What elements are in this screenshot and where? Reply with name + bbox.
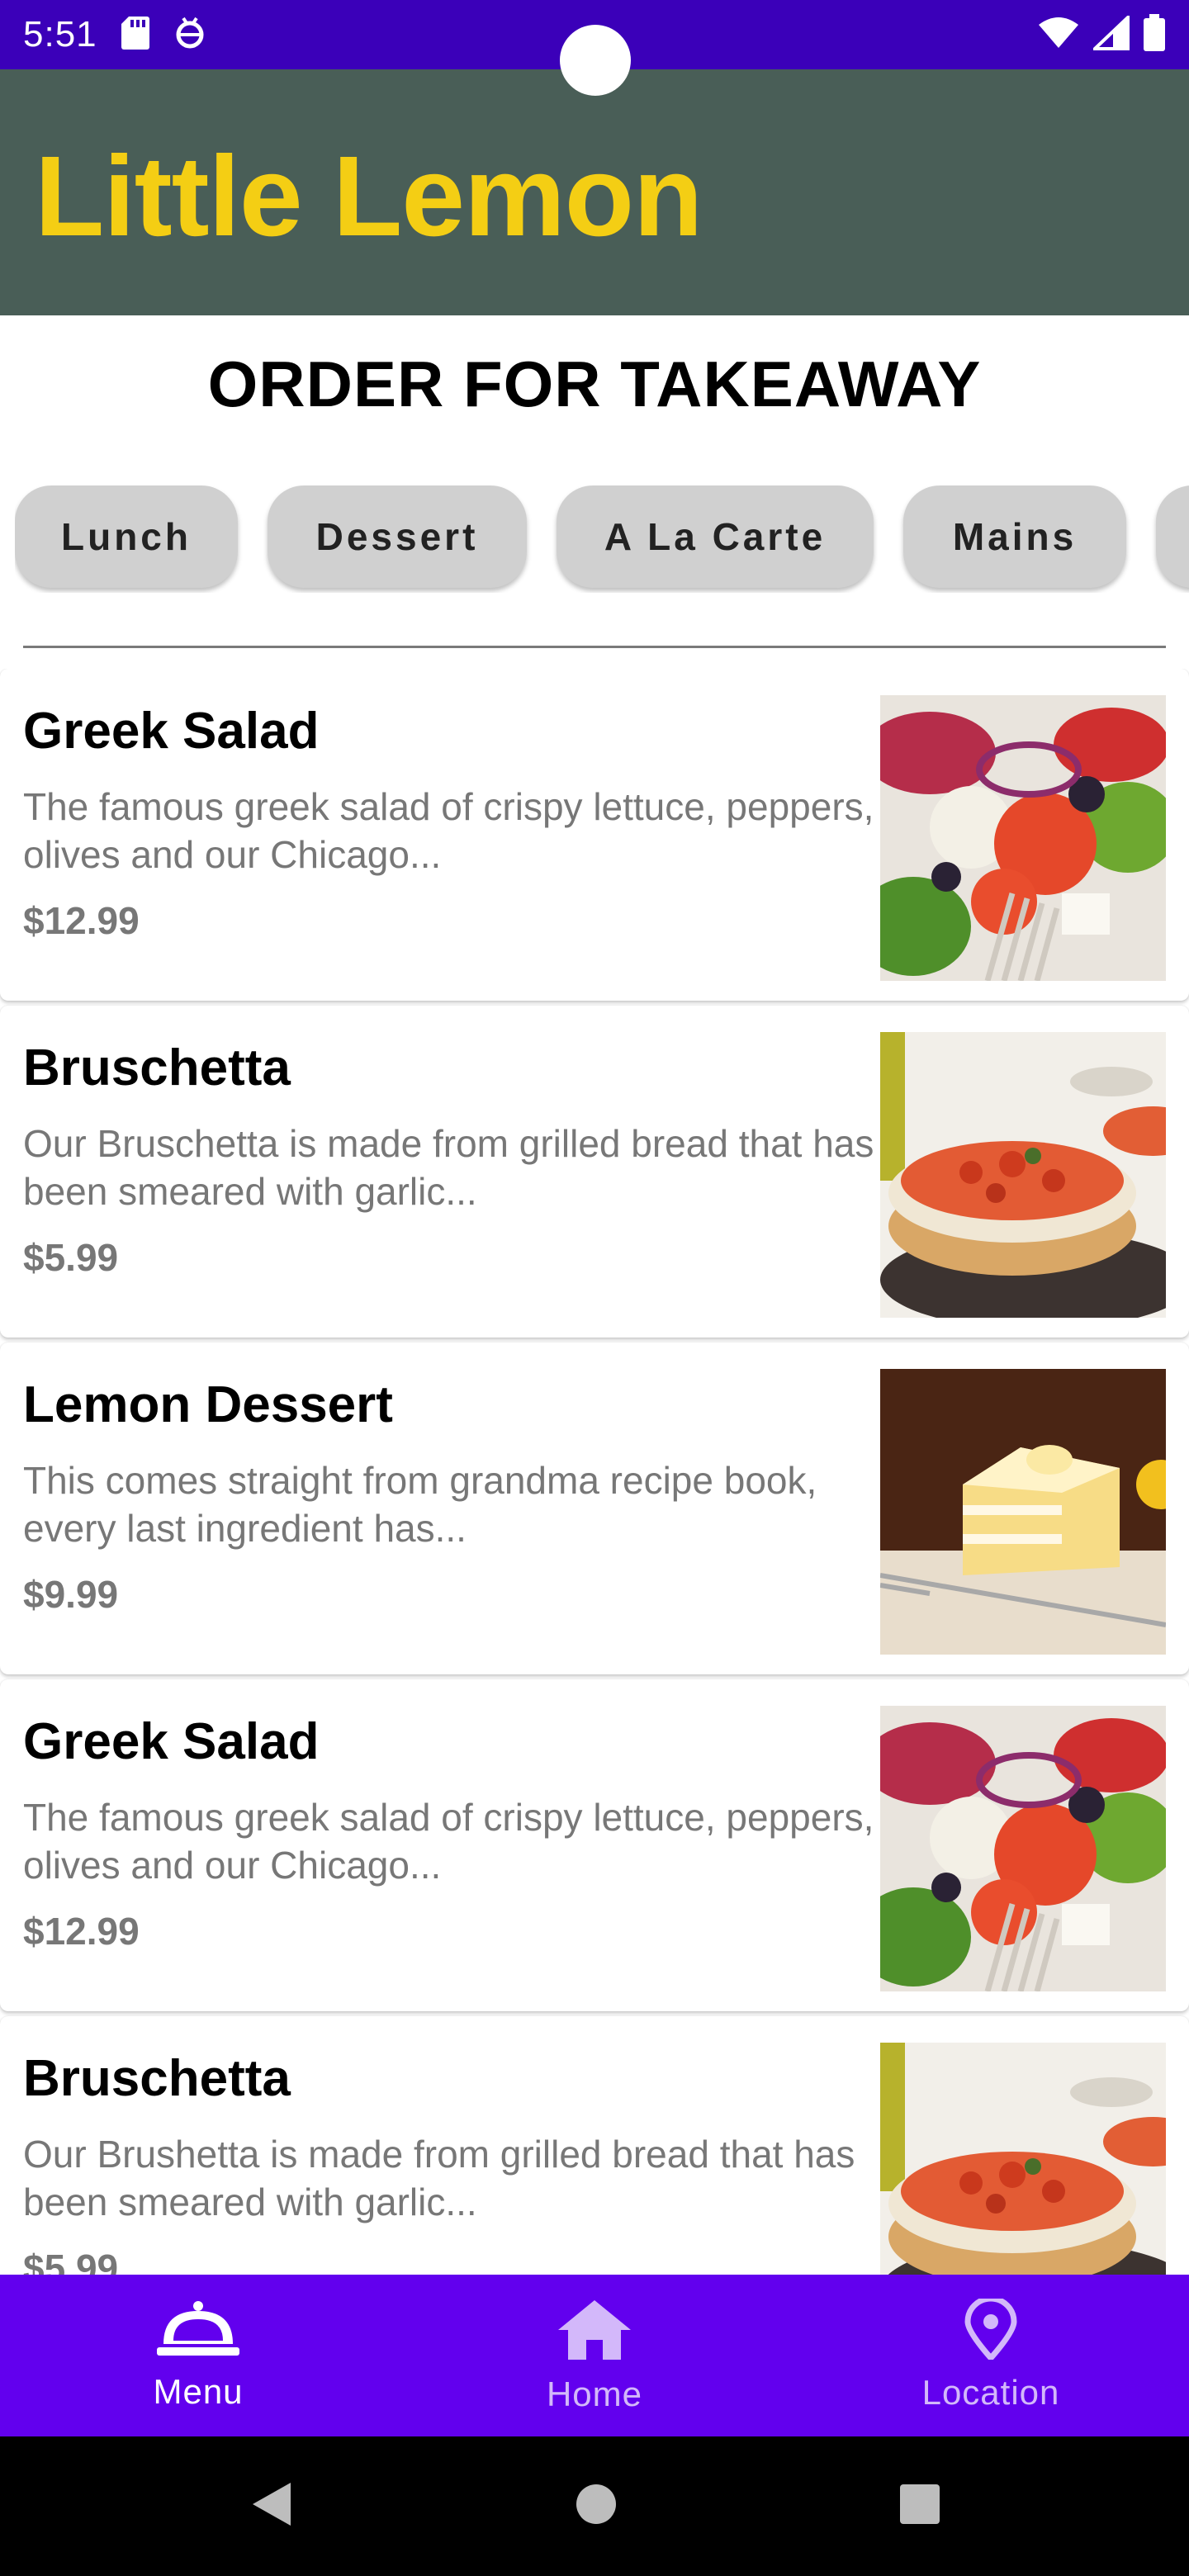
camera-cutout bbox=[560, 25, 631, 96]
battery-icon bbox=[1143, 13, 1166, 56]
item-name: Lemon Dessert bbox=[23, 1376, 393, 1433]
home-circle-icon[interactable] bbox=[575, 2483, 618, 2530]
bruschetta-image bbox=[880, 2043, 1166, 2275]
category-chip-lunch[interactable]: Lunch bbox=[15, 485, 238, 588]
menu-item[interactable]: Lemon Dessert This comes straight from g… bbox=[0, 1342, 1189, 1674]
item-price: $9.99 bbox=[23, 1573, 119, 1616]
app-header: Little Lemon bbox=[0, 69, 1189, 315]
nav-item-menu[interactable]: Menu bbox=[0, 2275, 396, 2436]
room-service-icon bbox=[155, 2299, 241, 2372]
category-chip-row: Lunch Dessert A La Carte Mains bbox=[15, 485, 1189, 593]
item-description: Our Bruschetta is made from grilled brea… bbox=[23, 1122, 874, 1213]
android-debug-icon bbox=[173, 15, 206, 55]
bottom-navigation: Menu Home Location bbox=[0, 2275, 1189, 2436]
menu-item[interactable]: Greek Salad The famous greek salad of cr… bbox=[0, 669, 1189, 1001]
category-chip-next[interactable] bbox=[1156, 485, 1189, 588]
nav-label-location: Location bbox=[921, 2373, 1060, 2412]
wifi-icon bbox=[1037, 17, 1080, 54]
location-pin-icon bbox=[964, 2295, 1017, 2373]
item-description: Our Brushetta is made from grilled bread… bbox=[23, 2133, 855, 2223]
greek-salad-image bbox=[880, 1706, 1166, 1991]
item-description: The famous greek salad of crispy lettuce… bbox=[23, 785, 874, 876]
item-name: Bruschetta bbox=[23, 2050, 291, 2107]
divider bbox=[23, 646, 1166, 648]
item-description: The famous greek salad of crispy lettuce… bbox=[23, 1796, 874, 1887]
bruschetta-image bbox=[880, 1032, 1166, 1318]
nav-item-home[interactable]: Home bbox=[396, 2275, 793, 2436]
signal-icon bbox=[1090, 12, 1130, 54]
nav-item-location[interactable]: Location bbox=[793, 2275, 1189, 2436]
nav-label-home: Home bbox=[546, 2375, 643, 2413]
item-price: $5.99 bbox=[23, 2247, 119, 2275]
menu-item[interactable]: Bruschetta Our Bruschetta is made from g… bbox=[0, 1006, 1189, 1338]
menu-item[interactable]: Greek Salad The famous greek salad of cr… bbox=[0, 1679, 1189, 2011]
greek-salad-image bbox=[880, 695, 1166, 981]
item-description: This comes straight from grandma recipe … bbox=[23, 1459, 817, 1550]
recents-icon[interactable] bbox=[898, 2483, 941, 2530]
sd-card-icon bbox=[121, 15, 150, 55]
system-navigation-bar bbox=[0, 2436, 1189, 2576]
category-chip-dessert[interactable]: Dessert bbox=[268, 485, 527, 588]
item-name: Greek Salad bbox=[23, 703, 320, 760]
nav-label-menu: Menu bbox=[153, 2372, 244, 2411]
status-right bbox=[1037, 12, 1166, 56]
section-title: ORDER FOR TAKEAWAY bbox=[207, 348, 982, 420]
item-name: Greek Salad bbox=[23, 1713, 320, 1770]
item-price: $12.99 bbox=[23, 1910, 140, 1953]
lemon-dessert-image bbox=[880, 1369, 1166, 1655]
category-chip-a-la-carte[interactable]: A La Carte bbox=[557, 485, 874, 588]
item-name: Bruschetta bbox=[23, 1039, 291, 1096]
status-left: 5:51 bbox=[23, 14, 206, 55]
item-price: $12.99 bbox=[23, 899, 140, 942]
menu-list[interactable]: Greek Salad The famous greek salad of cr… bbox=[0, 669, 1189, 2275]
home-icon bbox=[555, 2297, 634, 2375]
menu-item[interactable]: Bruschetta Our Brushetta is made from gr… bbox=[0, 2016, 1189, 2275]
category-chip-mains[interactable]: Mains bbox=[903, 485, 1126, 588]
back-icon[interactable] bbox=[248, 2479, 294, 2533]
app-title: Little Lemon bbox=[35, 132, 703, 260]
status-time: 5:51 bbox=[23, 14, 97, 54]
item-price: $5.99 bbox=[23, 1236, 119, 1279]
